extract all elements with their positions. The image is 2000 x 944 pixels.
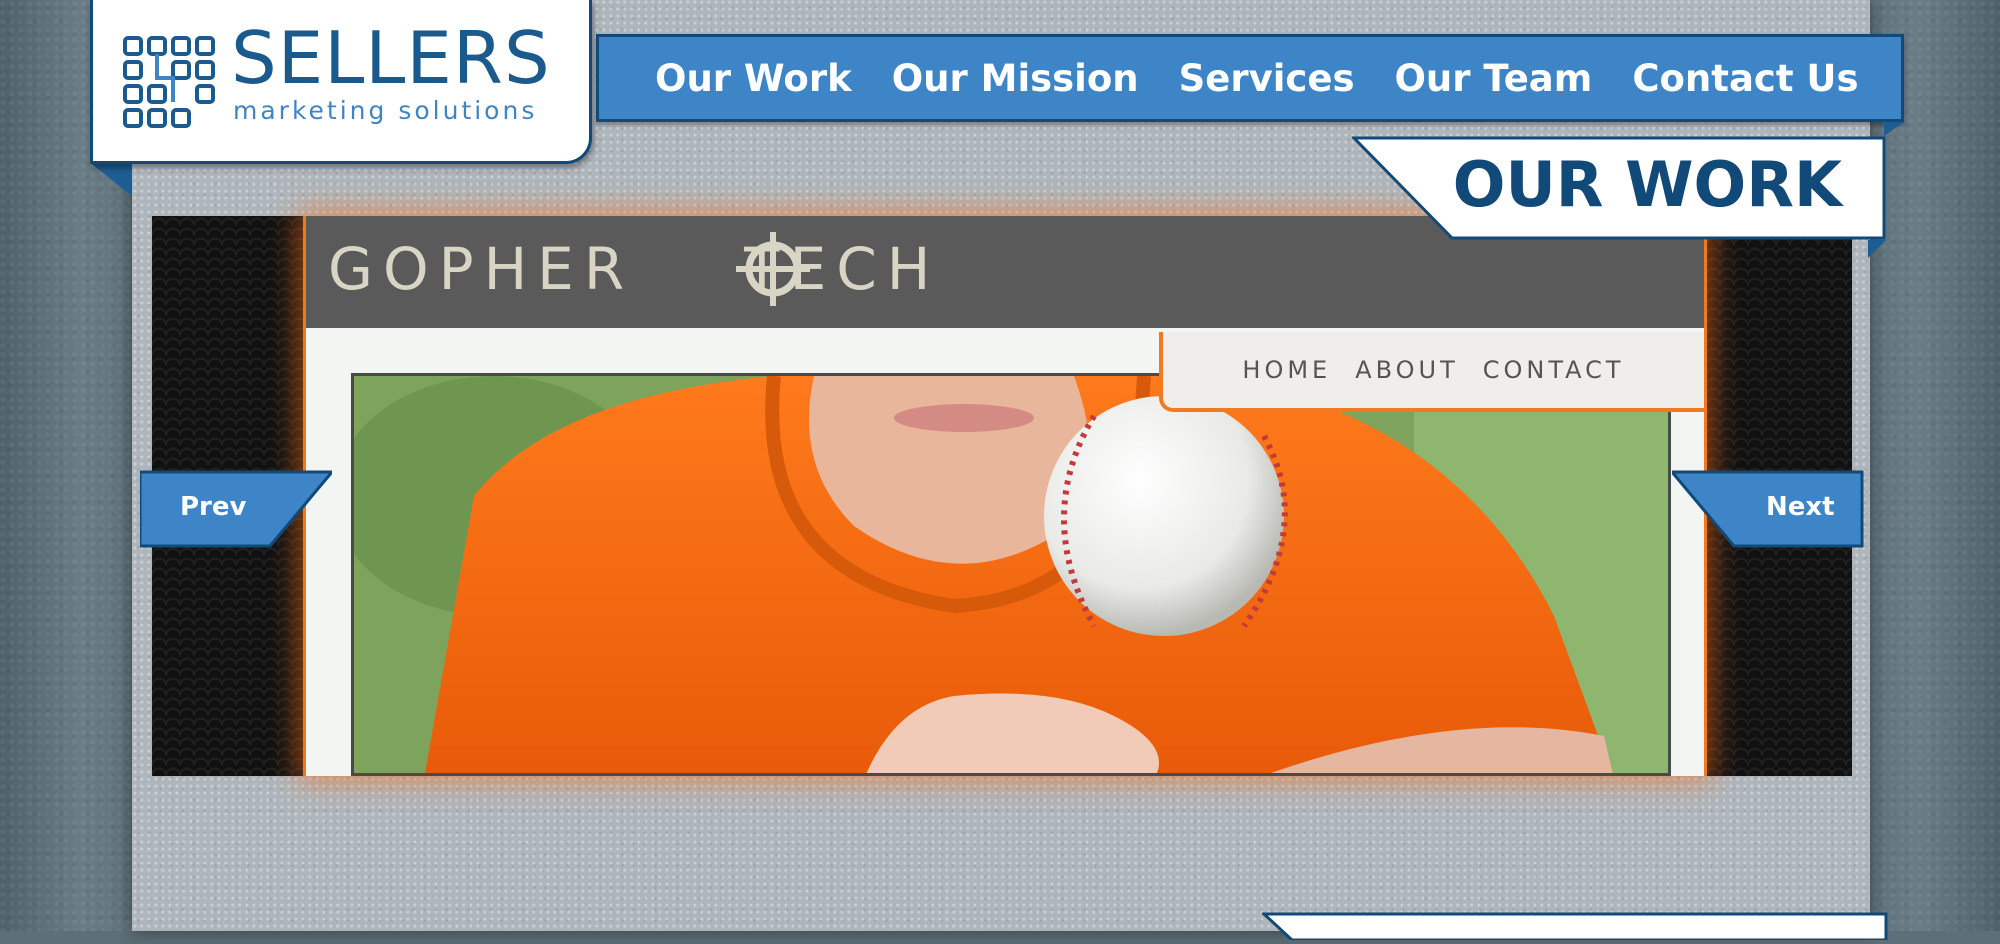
prev-button[interactable]: Prev xyxy=(140,470,332,548)
crosshair-icon xyxy=(736,232,810,306)
prev-label: Prev xyxy=(180,492,247,522)
slide-site-logo: GOPHER TECH xyxy=(328,240,940,298)
slide-site-logo-left: GOPHER xyxy=(328,235,635,303)
page-heading-tag: OUR WORK xyxy=(1352,136,1886,240)
next-section-tag xyxy=(1260,910,1888,942)
slide-site-nav-home: HOME xyxy=(1242,356,1332,384)
nav-ribbon-fold xyxy=(1884,122,1904,136)
logo[interactable]: SELLERS marketing solutions xyxy=(90,0,592,164)
nav-our-mission[interactable]: Our Mission xyxy=(892,57,1139,100)
brand-tagline: marketing solutions xyxy=(233,96,538,125)
nav-services[interactable]: Services xyxy=(1179,57,1355,100)
main-nav: Our Work Our Mission Services Our Team C… xyxy=(596,34,1904,122)
section-tag-shape xyxy=(1260,912,1888,942)
heading-ribbon-fold xyxy=(1868,240,1886,258)
slide-site-nav-contact: CONTACT xyxy=(1482,356,1625,384)
portfolio-slide[interactable]: GOPHER TECH HOME ABOUT CONTACT xyxy=(303,216,1707,776)
logo-grid-icon xyxy=(123,36,215,128)
nav-our-work[interactable]: Our Work xyxy=(655,57,852,100)
baseball-player-photo xyxy=(351,373,1671,776)
next-label: Next xyxy=(1766,492,1835,522)
slide-site-nav: HOME ABOUT CONTACT xyxy=(1159,332,1704,412)
logo-ribbon-fold xyxy=(92,164,132,196)
slide-site-nav-about: ABOUT xyxy=(1355,356,1459,384)
page-title: OUR WORK xyxy=(1452,148,1842,221)
nav-contact-us[interactable]: Contact Us xyxy=(1632,57,1858,100)
baseball-photo-illustration xyxy=(354,376,1668,773)
next-button[interactable]: Next xyxy=(1672,470,1864,548)
brand-name: SELLERS xyxy=(231,16,551,100)
nav-our-team[interactable]: Our Team xyxy=(1394,57,1592,100)
